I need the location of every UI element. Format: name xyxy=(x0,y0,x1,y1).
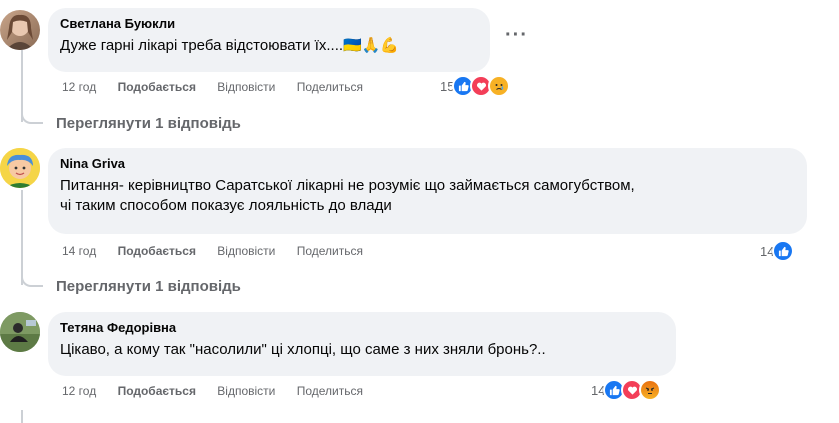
reply-button[interactable]: Відповісти xyxy=(217,244,275,258)
comment-time[interactable]: 14 год xyxy=(62,244,96,258)
comment-author[interactable]: Nina Griva xyxy=(60,156,795,172)
comment-actions: 14 год Подобається Відповісти Поделиться xyxy=(62,243,381,259)
avatar[interactable] xyxy=(0,148,40,188)
comment-actions: 12 год Подобається Відповісти Поделиться xyxy=(62,79,381,95)
comment-author[interactable]: Светлана Буюкли xyxy=(60,16,478,32)
comment-bubble: Nina Griva Питання- керівництво Саратськ… xyxy=(48,148,807,234)
thread-line xyxy=(21,410,23,423)
share-button[interactable]: Поделиться xyxy=(297,244,363,258)
like-button[interactable]: Подобається xyxy=(118,244,196,258)
comment-text: Цікаво, а кому так "насолили" ці хлопці,… xyxy=(60,341,546,358)
reply-connector xyxy=(21,110,43,124)
comment-bubble: Светлана Буюкли Дуже гарні лікарі треба … xyxy=(48,8,490,72)
view-replies-link[interactable]: Переглянути 1 відповідь xyxy=(56,115,241,132)
comment-text-line: Питання- керівництво Саратської лікарні … xyxy=(60,177,635,194)
like-reaction-icon xyxy=(772,240,795,262)
avatar-cartoon xyxy=(0,148,40,188)
avatar-photo xyxy=(0,312,40,352)
avatar[interactable] xyxy=(0,312,40,352)
thread-line xyxy=(21,190,23,285)
like-button[interactable]: Подобається xyxy=(118,80,196,94)
emoji-flag-pray-muscle: 🇺🇦🙏💪 xyxy=(343,37,400,54)
share-button[interactable]: Поделиться xyxy=(297,80,363,94)
reaction-summary[interactable]: 14 xyxy=(760,240,795,262)
like-button[interactable]: Подобається xyxy=(118,384,196,398)
reply-connector xyxy=(21,273,43,287)
comment-text-body: Дуже гарні лікарі треба відстоювати їх..… xyxy=(60,37,344,54)
share-button[interactable]: Поделиться xyxy=(297,384,363,398)
avatar[interactable] xyxy=(0,10,40,50)
reaction-summary[interactable]: 15 xyxy=(440,75,511,97)
reply-button[interactable]: Відповісти xyxy=(217,80,275,94)
comment-time[interactable]: 12 год xyxy=(62,384,96,398)
comment-author[interactable]: Тетяна Федорівна xyxy=(60,320,664,336)
comment-text-line: чі таким способом показує лояльність до … xyxy=(60,197,392,214)
sad-reaction-icon xyxy=(488,75,511,97)
comment-actions: 12 год Подобається Відповісти Поделиться xyxy=(62,383,381,399)
view-replies-link[interactable]: Переглянути 1 відповідь xyxy=(56,278,241,295)
comment-bubble: Тетяна Федорівна Цікаво, а кому так "нас… xyxy=(48,312,676,376)
comment-time[interactable]: 12 год xyxy=(62,80,96,94)
more-options-icon[interactable]: ··· xyxy=(505,24,528,47)
reaction-summary[interactable]: 14 xyxy=(591,379,662,401)
comment-text: Питання- керівництво Саратської лікарні … xyxy=(60,176,795,216)
reply-button[interactable]: Відповісти xyxy=(217,384,275,398)
comment-text: Дуже гарні лікарі треба відстоювати їх..… xyxy=(60,36,478,56)
angry-reaction-icon xyxy=(639,379,662,401)
avatar-photo xyxy=(6,14,34,50)
